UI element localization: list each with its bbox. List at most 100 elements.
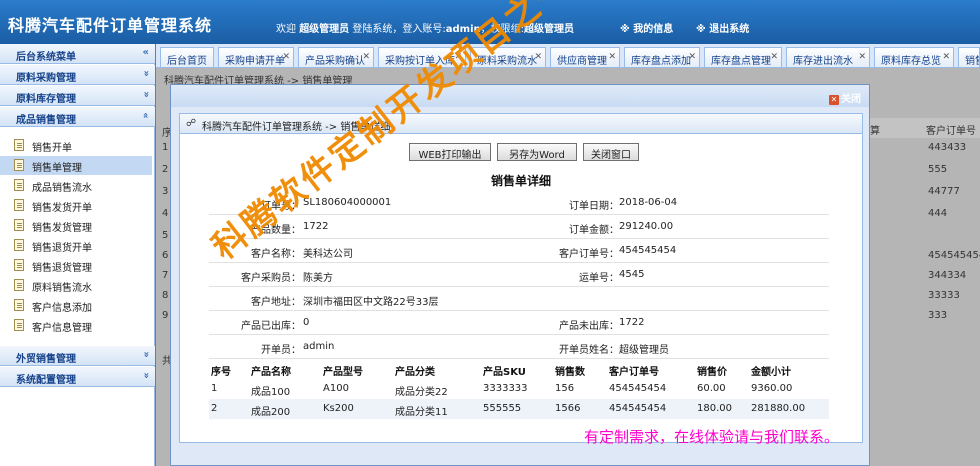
tab-purchase-request[interactable]: 采购申请开单 ✕	[218, 47, 294, 67]
table-cell: 60.00	[697, 383, 726, 394]
column-header-cust-order: 客户订单号	[926, 126, 976, 137]
close-icon[interactable]: ✕	[608, 52, 616, 62]
table-cell: 555555	[483, 403, 522, 414]
tab-sales[interactable]: 销售	[958, 47, 980, 67]
tab-stock-flow[interactable]: 库存进出流水 ✕	[786, 47, 870, 67]
close-icon[interactable]: ✕	[858, 52, 866, 62]
row-number: 1	[162, 142, 169, 153]
sales-order-detail-dialog: ✕ 关闭 ☍ 科腾汽车配件订单管理系统 -> 销售单详细 WEB打印输出 另存为W…	[170, 84, 870, 466]
document-icon	[14, 259, 24, 271]
sidebar-item-customer-manage[interactable]: 客户信息管理	[0, 316, 152, 335]
sidebar-section-system-config[interactable]: 系统配置管理 »	[0, 367, 155, 387]
tab-label: 库存盘点添加	[631, 56, 691, 67]
sidebar-item-sales-order-create[interactable]: 销售开单	[0, 136, 152, 155]
buyer-value: 陈美方	[303, 273, 333, 284]
promo-text: 有定制需求，在线体验请与我们联系。	[584, 428, 840, 446]
perm-group: 超级管理员	[524, 24, 574, 35]
table-cell: 454545454	[609, 383, 667, 394]
document-icon	[14, 139, 24, 151]
tab-label: 采购申请开单	[225, 56, 285, 67]
table-cell: 成品分类11	[395, 407, 448, 418]
opener-value: admin	[303, 341, 335, 352]
web-print-button[interactable]: WEB打印输出	[409, 143, 491, 161]
dialog-close-button[interactable]: ✕ 关闭	[829, 90, 861, 105]
sidebar-item-shipment-create[interactable]: 销售发货开单	[0, 196, 152, 215]
chevron-down-icon: »	[140, 70, 152, 77]
table-cell: 1	[211, 383, 218, 394]
chevron-left-icon[interactable]: «	[143, 47, 149, 58]
close-icon[interactable]: ✕	[454, 52, 462, 62]
close-window-button[interactable]: 关闭窗口	[583, 143, 639, 161]
column-header: 产品型号	[323, 367, 363, 378]
tab-material-stock-overview[interactable]: 原料库存总览 ✕	[874, 47, 954, 67]
tab-home[interactable]: 后台首页	[160, 47, 214, 67]
tab-label: 原料库存总览	[881, 56, 941, 67]
my-info-link[interactable]: ※ 我的信息	[620, 20, 673, 35]
section-label: 后台系统菜单	[16, 52, 76, 63]
cust-order-cell: 333	[928, 310, 948, 321]
sidebar-item-sales-order-manage[interactable]: 销售单管理	[0, 156, 152, 175]
sidebar-item-product-sales-flow[interactable]: 成品销售流水	[0, 176, 152, 195]
shipped-value: 0	[303, 317, 310, 328]
perm-text: ，权限组:	[480, 24, 524, 35]
document-icon	[14, 179, 24, 191]
column-header: 客户订单号	[609, 367, 659, 378]
sidebar-item-return-manage[interactable]: 销售退货管理	[0, 256, 152, 275]
chevron-up-icon: »	[140, 112, 152, 119]
sidebar-item-customer-add[interactable]: 客户信息添加	[0, 296, 152, 315]
close-icon[interactable]: ✕	[770, 52, 778, 62]
info-row: 客户地址： 深圳市福田区中文路22号33层	[209, 287, 829, 311]
tab-label: 采购按订单入库	[385, 56, 455, 67]
qty-value: 1722	[303, 221, 329, 232]
table-row: 1 成品100 A100 成品分类22 3333333 156 45454545…	[209, 379, 829, 399]
link-icon: ☍	[186, 118, 197, 129]
document-icon	[14, 279, 24, 291]
cust-order-cell: 443433	[928, 142, 967, 153]
menu-label: 客户信息添加	[32, 303, 92, 314]
tab-stock-count-add[interactable]: 库存盘点添加 ✕	[624, 47, 700, 67]
close-icon[interactable]: ✕	[362, 52, 370, 62]
table-cell: 9360.00	[751, 383, 793, 394]
account-name: admin	[445, 24, 481, 35]
close-icon[interactable]: ✕	[942, 52, 950, 62]
sidebar-section-sales[interactable]: 成品销售管理 »	[0, 107, 155, 127]
order-no-value: SL180604000001	[303, 197, 392, 208]
breadcrumb: 科腾汽车配件订单管理系统 -> 销售单详细	[202, 122, 391, 133]
close-icon[interactable]: ✕	[282, 52, 290, 62]
menu-label: 销售开单	[32, 143, 72, 154]
sidebar-item-return-create[interactable]: 销售退货开单	[0, 236, 152, 255]
tab-purchase-confirm[interactable]: 产品采购确认 ✕	[298, 47, 374, 67]
sidebar-section-inventory[interactable]: 原料库存管理 »	[0, 86, 155, 106]
app-title: 科腾汽车配件订单管理系统	[8, 16, 213, 35]
info-row: 产品已出库： 0 产品未出库： 1722	[209, 311, 829, 335]
cust-order-cell: 444	[928, 208, 948, 219]
tab-material-purchase-flow[interactable]: 原料采购流水 ✕	[470, 47, 546, 67]
table-cell: 成品分类22	[395, 387, 448, 398]
save-as-word-button[interactable]: 另存为Word	[497, 143, 577, 161]
tab-supplier[interactable]: 供应商管理 ✕	[550, 47, 620, 67]
sidebar-item-material-sales-flow[interactable]: 原料销售流水	[0, 276, 152, 295]
close-icon: ✕	[829, 95, 839, 105]
section-label: 原料库存管理	[16, 94, 76, 105]
close-icon[interactable]: ✕	[688, 52, 696, 62]
document-title: 销售单详细	[490, 174, 551, 188]
sidebar-section-export-sales[interactable]: 外贸销售管理 »	[0, 346, 155, 366]
table-header-row: 序号 产品名称 产品型号 产品分类 产品SKU 销售数 客户订单号 销售价 金额…	[209, 357, 829, 378]
sidebar-section-purchase[interactable]: 原料采购管理 »	[0, 65, 155, 85]
sidebar-section-system-menu[interactable]: 后台系统菜单 «	[0, 44, 155, 64]
login-text: 登陆系统，登入账号:	[352, 24, 446, 35]
tab-stock-count-manage[interactable]: 库存盘点管理 ✕	[704, 47, 782, 67]
address-value: 深圳市福田区中文路22号33层	[303, 297, 439, 308]
welcome-prefix: 欢迎	[276, 24, 296, 35]
sidebar-item-shipment-manage[interactable]: 销售发货管理	[0, 216, 152, 235]
section-label: 系统配置管理	[16, 375, 76, 386]
row-number: 5	[162, 230, 169, 241]
cust-order-value: 454545454	[619, 245, 677, 256]
column-header: 序号	[211, 367, 231, 378]
document-icon	[14, 219, 24, 231]
tab-purchase-inbound[interactable]: 采购按订单入库 ✕	[378, 47, 466, 67]
close-icon[interactable]: ✕	[534, 52, 542, 62]
unshipped-label: 产品未出库：	[559, 321, 619, 332]
order-date-value: 2018-06-04	[619, 197, 678, 208]
logout-link[interactable]: ※ 退出系统	[696, 20, 749, 35]
